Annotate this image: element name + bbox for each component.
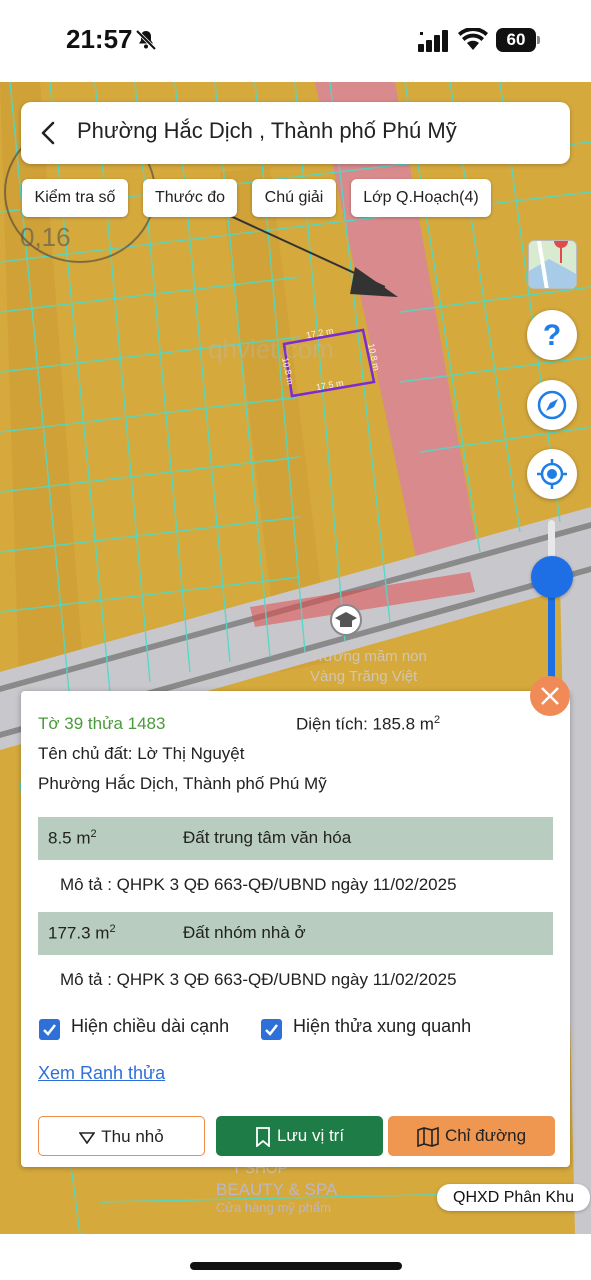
parcel-id: Tờ 39 thửa 1483 (38, 714, 166, 733)
location-title: Phường Hắc Dịch , Thành phố Phú Mỹ (77, 118, 457, 143)
show-edge-lengths-checkbox[interactable] (39, 1019, 60, 1040)
show-surrounding-parcels-checkbox[interactable] (261, 1019, 282, 1040)
help-button[interactable]: ? (527, 310, 577, 360)
parcel-area: Diện tích: 185.8 m2 (296, 714, 440, 735)
svg-text:?: ? (543, 319, 561, 352)
compass-icon (537, 390, 567, 420)
show-surrounding-parcels-label[interactable]: Hiện thửa xung quanh (293, 1016, 471, 1037)
location-header[interactable]: Phường Hắc Dịch , Thành phố Phú Mỹ (21, 102, 570, 164)
close-icon (541, 687, 559, 705)
land-use-area: 177.3 m2 (48, 923, 116, 943)
chip-check-number[interactable]: Kiểm tra số (22, 179, 128, 217)
show-edge-lengths-label[interactable]: Hiện chiều dài cạnh (71, 1016, 229, 1037)
battery-level: 60 (496, 28, 536, 52)
parcel-area-unit: 2 (433, 714, 441, 726)
map-layer-icon (529, 241, 576, 288)
poi-label: Vàng Trăng Việt (310, 668, 418, 685)
bell-off-icon (135, 29, 157, 51)
zoom-slider[interactable] (548, 520, 555, 685)
compass-button[interactable] (527, 380, 577, 430)
land-use-row: 177.3 m2 Đất nhóm nhà ở (38, 912, 553, 955)
home-indicator[interactable] (190, 1262, 402, 1270)
triangle-down-icon (79, 1131, 96, 1144)
save-location-button[interactable]: Lưu vị trí (216, 1116, 383, 1156)
back-icon[interactable] (35, 119, 63, 147)
owner-name: Tên chủ đất: Lờ Thị Nguyệt (38, 744, 245, 763)
zoom-slider-handle[interactable] (531, 556, 573, 598)
check-icon (265, 1024, 278, 1036)
bookmark-icon (256, 1126, 270, 1147)
land-use-description: Mô tả : QHPK 3 QĐ 663-QĐ/UBND ngày 11/02… (60, 875, 457, 894)
my-location-button[interactable] (527, 449, 577, 499)
land-use-type: Đất nhóm nhà ở (183, 923, 306, 942)
parcel-area-value: Diện tích: 185.8 m (296, 714, 434, 734)
poi-label: Trường mầm non (310, 648, 427, 665)
land-use-row: 8.5 m2 Đất trung tâm văn hóa (38, 817, 553, 860)
chip-legend[interactable]: Chú giải (252, 179, 336, 217)
land-use-area: 8.5 m2 (48, 828, 97, 848)
parcel-address: Phường Hắc Dịch, Thành phố Phú Mỹ (38, 774, 327, 793)
chip-ruler[interactable]: Thước đo (143, 179, 237, 217)
shop-label: Cửa hàng mỹ phẩm (216, 1200, 331, 1215)
status-bar: 21:57 60 (0, 0, 591, 82)
close-panel-button[interactable] (530, 676, 570, 716)
check-icon (43, 1024, 56, 1036)
bottom-safe-area (0, 1234, 591, 1280)
map-icon (417, 1126, 439, 1147)
wifi-icon (458, 28, 488, 50)
status-time: 21:57 (66, 24, 133, 54)
land-use-type: Đất trung tâm văn hóa (183, 828, 352, 847)
battery-icon: 60 (496, 28, 540, 52)
help-icon: ? (543, 319, 561, 352)
directions-button[interactable]: Chỉ đường (388, 1116, 555, 1156)
parcel-info-panel: Tờ 39 thửa 1483 Diện tích: 185.8 m2 Tên … (21, 691, 570, 1167)
chip-planning-layers[interactable]: Lớp Q.Hoạch(4) (351, 179, 491, 217)
signal-icon (418, 30, 448, 52)
map-type-toggle[interactable] (528, 240, 577, 289)
land-use-description: Mô tả : QHPK 3 QĐ 663-QĐ/UBND ngày 11/02… (60, 970, 457, 989)
collapse-button[interactable]: Thu nhỏ (38, 1116, 205, 1156)
shop-label: BEAUTY & SPA (216, 1180, 338, 1199)
planning-layer-badge[interactable]: QHXD Phân Khu (437, 1184, 590, 1211)
location-target-icon (537, 459, 567, 489)
plan-note: 0,16 (20, 222, 71, 252)
view-parcel-boundary-link[interactable]: Xem Ranh thửa (38, 1063, 165, 1084)
